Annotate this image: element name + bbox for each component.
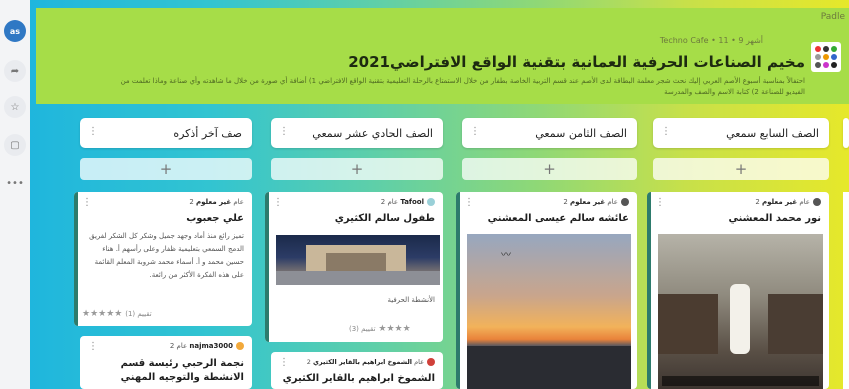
post-author: 2 عام غير معلوم — [755, 198, 821, 206]
left-sidebar: as ➦ ☆ ▢ ••• — [0, 0, 31, 389]
card-menu-icon[interactable]: ⋮ — [279, 357, 289, 368]
board-icon[interactable]: ▢ — [4, 134, 26, 156]
post-image[interactable] — [276, 235, 440, 285]
ground-shape — [276, 271, 440, 285]
card-menu-icon[interactable]: ⋮ — [88, 341, 98, 352]
user-avatar[interactable]: as — [4, 20, 26, 42]
post-card[interactable]: ⋮ 2 عام غير معلوم علي جعبوب تميز رائع من… — [74, 192, 252, 326]
add-post-button[interactable]: + — [271, 158, 443, 180]
post-author: 2 عام najma3000 — [170, 342, 244, 350]
post-card[interactable]: ⋮ 2 عام najma3000 نجمة الرحبي رئيسة قسم … — [80, 336, 252, 389]
add-post-button[interactable]: + — [653, 158, 829, 180]
column-menu-icon[interactable]: ⋮ — [279, 126, 289, 137]
post-rating[interactable]: (3) تقييم ★★★★ — [349, 324, 411, 334]
post-author: 2 عام Tafool — [381, 198, 435, 206]
add-post-button[interactable]: + — [80, 158, 252, 180]
card-menu-icon[interactable]: ⋮ — [655, 197, 665, 208]
board-header: Padle Techno Cafe • 11 • 9 أشهر مخيم الص… — [36, 8, 849, 104]
board-description: احتفالاً بمناسبة أسبوع الأصم العربي إليك… — [120, 77, 805, 96]
brand-label: Padle — [820, 12, 845, 22]
post-title: عائشه سالم عيسى المعشني — [487, 213, 629, 224]
card-accent — [74, 192, 78, 326]
column-header[interactable]: ⋮ الصف السابع سمعي — [653, 118, 829, 148]
post-author: 2 عام الشموخ ابراهيم بالقاير الكثيري — [307, 358, 435, 366]
author-avatar — [427, 358, 435, 366]
card-accent — [456, 192, 460, 389]
video-player[interactable] — [658, 234, 823, 389]
column-menu-icon[interactable]: ⋮ — [470, 126, 480, 137]
board-logo — [811, 42, 841, 72]
card-menu-icon[interactable]: ⋮ — [273, 197, 283, 208]
post-card[interactable]: ⋮ 2 عام غير معلوم عائشه سالم عيسى المعشن… — [456, 192, 637, 389]
column-header-partial — [843, 118, 849, 148]
column-header[interactable]: ⋮ الصف الحادي عشر سمعي — [271, 118, 443, 148]
more-icon[interactable]: ••• — [4, 172, 26, 194]
post-caption: الأنشطة الحرفية — [387, 296, 435, 304]
post-author: 2 عام غير معلوم — [563, 198, 629, 206]
post-image[interactable]: 〰 — [467, 234, 631, 389]
star-icon[interactable]: ☆ — [4, 96, 26, 118]
author-avatar — [236, 342, 244, 350]
post-title: نجمة الرحبي رئيسة قسم الانشطة والتوجيه ا… — [120, 358, 244, 383]
post-title: طفول سالم الكثيري — [334, 213, 435, 224]
rocks-shape — [467, 346, 631, 389]
author-avatar — [427, 198, 435, 206]
column-menu-icon[interactable]: ⋮ — [88, 126, 98, 137]
share-icon[interactable]: ➦ — [4, 60, 26, 82]
person-shape — [730, 284, 750, 354]
board-title: مخيم الصناعات الحرفية العمانية بتقنية ال… — [348, 53, 805, 71]
post-card-partial — [843, 192, 849, 389]
column-header[interactable]: ⋮ صف آخر أذكره — [80, 118, 252, 148]
card-accent — [265, 192, 269, 342]
bird-icon: 〰 — [501, 250, 511, 261]
post-card[interactable]: ⋮ 2 عام الشموخ ابراهيم بالقاير الكثيري ا… — [271, 352, 443, 389]
post-title: علي جعبوب — [186, 213, 244, 224]
gate-shape — [326, 253, 386, 271]
table-shape — [768, 294, 823, 354]
post-title: الشموخ ابراهيم بالقاير الكثيري — [282, 373, 435, 384]
post-title: نور محمد المعشني — [728, 213, 821, 224]
add-post-button[interactable]: + — [462, 158, 637, 180]
author-avatar — [813, 198, 821, 206]
post-body: تميز رائع منذ أماد وجهد جميل وشكر كل الش… — [89, 232, 244, 279]
post-author: 2 عام غير معلوم — [189, 198, 244, 206]
card-menu-icon[interactable]: ⋮ — [82, 197, 92, 208]
table-shape — [658, 294, 718, 354]
column-menu-icon[interactable]: ⋮ — [661, 126, 671, 137]
post-card[interactable]: ⋮ 2 عام Tafool طفول سالم الكثيري الأنشطة… — [265, 192, 443, 342]
card-menu-icon[interactable]: ⋮ — [464, 197, 474, 208]
author-avatar — [621, 198, 629, 206]
column-header[interactable]: ⋮ الصف الثامن سمعي — [462, 118, 637, 148]
video-controls[interactable] — [662, 376, 819, 386]
card-accent — [647, 192, 651, 389]
post-card[interactable]: ⋮ 2 عام غير معلوم نور محمد المعشني — [647, 192, 829, 389]
post-rating[interactable]: ★★★★★ (1) تقييم — [82, 309, 152, 319]
board-meta: Techno Cafe • 11 • 9 أشهر — [659, 36, 763, 45]
